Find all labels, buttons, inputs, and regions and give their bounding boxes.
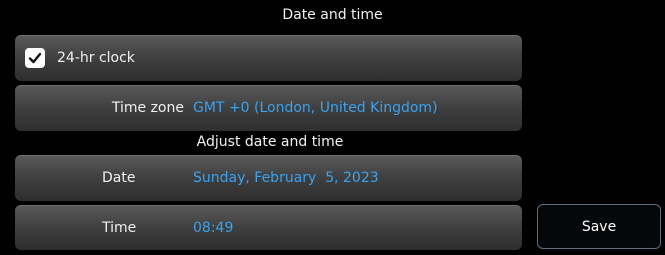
clock-format-checkbox[interactable] — [25, 48, 45, 68]
checkmark-icon — [28, 52, 42, 64]
clock-format-row[interactable]: 24-hr clock — [15, 35, 522, 81]
page-title: Date and time — [282, 7, 383, 23]
date-label: Date — [102, 170, 136, 186]
date-value: Sunday, February 5, 2023 — [193, 170, 379, 186]
date-row[interactable]: Date Sunday, February 5, 2023 — [15, 155, 522, 201]
clock-format-label: 24-hr clock — [57, 50, 135, 66]
time-value: 08:49 — [193, 219, 234, 236]
section-title: Adjust date and time — [196, 134, 344, 150]
time-row[interactable]: Time 08:49 — [15, 205, 522, 250]
timezone-value: GMT +0 (London, United Kingdom) — [193, 100, 438, 116]
save-button[interactable]: Save — [537, 204, 661, 249]
timezone-label: Time zone — [111, 100, 184, 116]
timezone-row[interactable]: Time zone GMT +0 (London, United Kingdom… — [15, 85, 522, 131]
time-label: Time — [102, 219, 137, 236]
